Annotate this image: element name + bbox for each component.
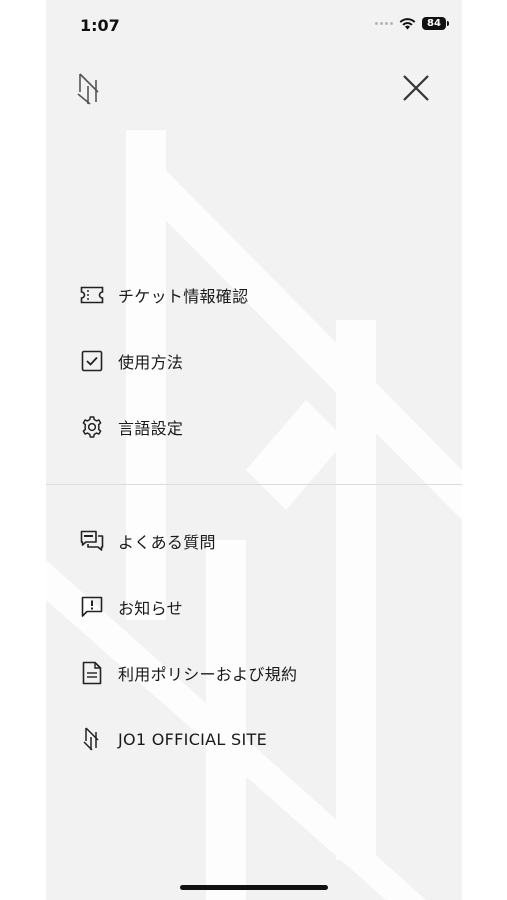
menu-item-ticket-info[interactable]: チケット情報確認 — [46, 262, 462, 328]
status-bar: 1:07 84 — [46, 0, 462, 54]
wifi-icon — [399, 18, 416, 30]
menu-item-label: 使用方法 — [118, 353, 184, 372]
menu-item-faq[interactable]: よくある質問 — [46, 508, 462, 574]
menu-item-label: 利用ポリシーおよび規約 — [118, 665, 298, 684]
jo1-logo-icon — [80, 727, 104, 751]
menu-item-terms[interactable]: 利用ポリシーおよび規約 — [46, 640, 462, 706]
drawer-menu-screen: 1:07 84 チケット情報確認 使用方法 言語設定 よくある質問 お知らせ 利… — [46, 0, 462, 900]
signal-icon — [375, 22, 393, 25]
menu-divider — [46, 484, 462, 485]
status-time: 1:07 — [80, 16, 120, 35]
menu-item-official-site[interactable]: JO1 OFFICIAL SITE — [46, 706, 462, 772]
menu-item-how-to-use[interactable]: 使用方法 — [46, 328, 462, 394]
menu-primary: チケット情報確認 使用方法 言語設定 — [46, 262, 462, 460]
home-indicator[interactable] — [180, 885, 328, 890]
menu-item-label: お知らせ — [118, 599, 183, 618]
menu-secondary: よくある質問 お知らせ 利用ポリシーおよび規約 JO1 OFFICIAL SIT… — [46, 508, 462, 772]
menu-item-notices[interactable]: お知らせ — [46, 574, 462, 640]
menu-item-language-settings[interactable]: 言語設定 — [46, 394, 462, 460]
document-icon — [80, 661, 104, 685]
chat-bubbles-icon — [80, 529, 104, 553]
battery-icon: 84 — [422, 17, 449, 30]
jo1-logo-icon — [77, 73, 99, 105]
checkbox-icon — [80, 349, 104, 373]
menu-item-label: JO1 OFFICIAL SITE — [118, 729, 267, 749]
close-icon[interactable] — [398, 70, 434, 106]
gear-icon — [80, 415, 104, 439]
status-icons: 84 — [375, 17, 449, 30]
ticket-icon — [80, 283, 104, 307]
alert-message-icon — [80, 595, 104, 619]
menu-item-label: チケット情報確認 — [118, 287, 249, 306]
menu-item-label: 言語設定 — [118, 419, 184, 438]
menu-item-label: よくある質問 — [118, 533, 216, 552]
